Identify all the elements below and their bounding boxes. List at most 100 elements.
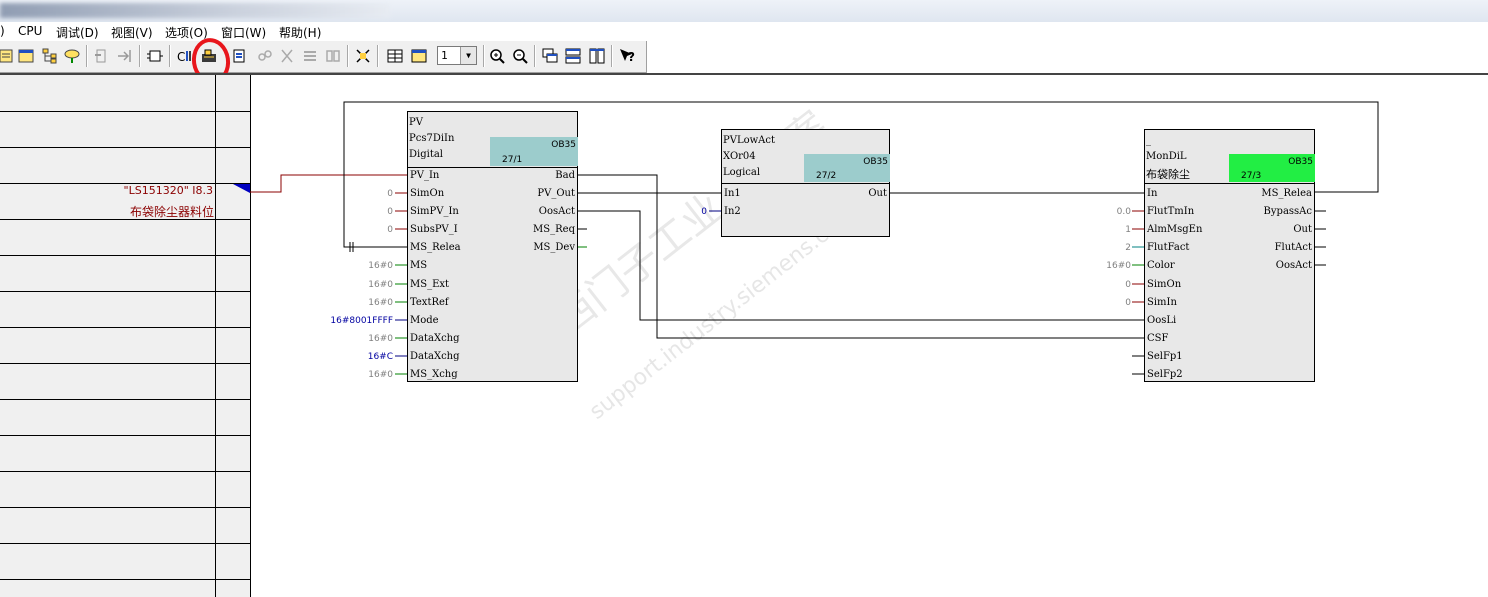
- pin-in1[interactable]: In1: [724, 188, 741, 200]
- param-value[interactable]: 0: [387, 188, 393, 200]
- param-value[interactable]: 0: [387, 224, 393, 236]
- block-comment: Digital: [409, 149, 443, 160]
- chevron-down-icon[interactable]: ▼: [460, 47, 476, 64]
- pin-oosact[interactable]: OosAct: [539, 206, 575, 218]
- pin-ms-relea[interactable]: MS_Relea: [1261, 188, 1312, 200]
- param-value[interactable]: 0: [1125, 297, 1131, 309]
- param-value[interactable]: 0: [1125, 279, 1131, 291]
- pin-ms[interactable]: MS: [410, 260, 427, 272]
- zoom-in-icon[interactable]: [487, 46, 507, 66]
- menu-bar: ) CPU 调试(D) 视图(V) 选项(O) 窗口(W) 帮助(H): [0, 22, 1488, 41]
- param-value[interactable]: 16#0: [368, 297, 393, 309]
- param-value[interactable]: 1: [1125, 224, 1131, 236]
- block-type: MonDiL: [1146, 151, 1187, 162]
- pin-almmsgen[interactable]: AlmMsgEn: [1147, 224, 1202, 236]
- sheet-bar: [0, 75, 251, 597]
- pin-simon[interactable]: SimOn: [1147, 279, 1181, 291]
- tile-h-icon[interactable]: [563, 46, 583, 66]
- menu-item-window[interactable]: 窗口(W): [221, 24, 266, 41]
- tile-v-icon[interactable]: [587, 46, 607, 66]
- overview-icon[interactable]: [353, 46, 373, 66]
- monitor-icon[interactable]: [229, 46, 249, 66]
- pin-subspv-i[interactable]: SubsPV_I: [410, 224, 458, 236]
- param-value[interactable]: 0.0: [1117, 206, 1131, 218]
- svg-text:C: C: [177, 50, 185, 64]
- jump-icon[interactable]: [115, 46, 135, 66]
- zoom-out-icon[interactable]: [510, 46, 530, 66]
- menu-item-cpu[interactable]: CPU: [18, 24, 42, 38]
- menu-item-help[interactable]: 帮助(H): [279, 24, 321, 41]
- menu-item-options[interactable]: 选项(O): [165, 24, 208, 41]
- pin-color[interactable]: Color: [1147, 260, 1175, 272]
- pin-bypassac[interactable]: BypassAc: [1264, 206, 1312, 218]
- pin-out[interactable]: Out: [868, 188, 887, 200]
- pin-oosact[interactable]: OosAct: [1276, 260, 1312, 272]
- unlink-icon[interactable]: [255, 46, 275, 66]
- address-icon[interactable]: [323, 46, 343, 66]
- block-pv[interactable]: PV Pcs7DiIn Digital OB35 27/1 PV_In SimO…: [407, 111, 578, 382]
- external-address[interactable]: "LS151320" I8.3: [124, 184, 213, 197]
- pin-csf[interactable]: CSF: [1147, 333, 1168, 345]
- param-value[interactable]: 16#0: [368, 369, 393, 381]
- pin-selfp1[interactable]: SelFp1: [1147, 351, 1183, 363]
- block-name: PV: [409, 117, 423, 128]
- pin-out[interactable]: Out: [1293, 224, 1312, 236]
- param-value[interactable]: 16#0: [368, 279, 393, 291]
- sheet-icon[interactable]: [409, 46, 429, 66]
- pin-dataxchg[interactable]: DataXchg: [410, 333, 460, 345]
- pin-fluttmin[interactable]: FlutTmIn: [1147, 206, 1194, 218]
- block-header: _ MonDiL 布袋除尘 OB35 27/3: [1145, 130, 1315, 184]
- param-value[interactable]: 0: [387, 206, 393, 218]
- tree-icon[interactable]: [40, 46, 60, 66]
- pin-flutfact[interactable]: FlutFact: [1147, 242, 1189, 254]
- pin-flutact[interactable]: FlutAct: [1275, 242, 1312, 254]
- param-value[interactable]: 16#C: [368, 351, 393, 363]
- ob-label: OB35: [551, 140, 576, 150]
- list-icon[interactable]: [300, 46, 320, 66]
- param-value[interactable]: 2: [1125, 242, 1131, 254]
- run-sequence-badge: OB35 27/1: [490, 137, 578, 166]
- param-value[interactable]: 16#0: [368, 260, 393, 272]
- param-value[interactable]: 16#8001FFFF: [330, 315, 393, 327]
- pin-simpv-in[interactable]: SimPV_In: [410, 206, 459, 218]
- block-type: Pcs7DiIn: [409, 133, 455, 144]
- pin-ms-req[interactable]: MS_Req: [533, 224, 575, 236]
- cut-icon[interactable]: [277, 46, 297, 66]
- pin-dataxchg-2[interactable]: DataXchg: [410, 351, 460, 363]
- pin-ms-dev[interactable]: MS_Dev: [533, 242, 575, 254]
- open-icon[interactable]: [16, 46, 36, 66]
- pin-in2[interactable]: In2: [724, 206, 741, 218]
- block-icon[interactable]: [145, 46, 165, 66]
- ob-label: OB35: [863, 157, 888, 167]
- pin-mode[interactable]: Mode: [410, 315, 439, 327]
- param-value[interactable]: 16#0: [368, 333, 393, 345]
- pin-bad[interactable]: Bad: [555, 170, 575, 182]
- menu-item-partial[interactable]: ): [0, 24, 5, 38]
- pin-ms-relea[interactable]: MS_Relea: [410, 242, 461, 254]
- pin-oosli[interactable]: OosLi: [1147, 315, 1176, 327]
- block-mondil[interactable]: _ MonDiL 布袋除尘 OB35 27/3 In FlutTmIn AlmM…: [1144, 129, 1315, 382]
- pin-ms-ext[interactable]: MS_Ext: [410, 279, 449, 291]
- pin-in[interactable]: In: [1147, 188, 1157, 200]
- table-icon[interactable]: [385, 46, 405, 66]
- compile-icon[interactable]: [0, 46, 16, 66]
- pin-simin[interactable]: SimIn: [1147, 297, 1177, 309]
- cascade-icon[interactable]: [540, 46, 560, 66]
- block-pvlowact[interactable]: PVLowAct XOr04 Logical OB35 27/2 In1 In2…: [721, 129, 890, 237]
- pin-selfp2[interactable]: SelFp2: [1147, 369, 1183, 381]
- help-icon[interactable]: ?: [617, 46, 637, 66]
- menu-item-debug[interactable]: 调试(D): [56, 24, 99, 41]
- menu-item-view[interactable]: 视图(V): [111, 24, 153, 41]
- zoom-select[interactable]: 1 ▼: [437, 46, 477, 65]
- sequence-label: 27/1: [502, 155, 523, 165]
- pin-textref[interactable]: TextRef: [410, 297, 449, 309]
- pin-pv-out[interactable]: PV_Out: [537, 188, 575, 200]
- insert-icon[interactable]: [92, 46, 112, 66]
- pin-pv-in[interactable]: PV_In: [410, 170, 439, 182]
- display-icon[interactable]: [62, 46, 82, 66]
- sequence-label: 27/3: [1241, 171, 1262, 181]
- param-value[interactable]: 16#0: [1106, 260, 1131, 272]
- param-value[interactable]: 0: [701, 206, 707, 218]
- pin-ms-xchg[interactable]: MS_Xchg: [410, 369, 458, 381]
- pin-simon[interactable]: SimOn: [410, 188, 444, 200]
